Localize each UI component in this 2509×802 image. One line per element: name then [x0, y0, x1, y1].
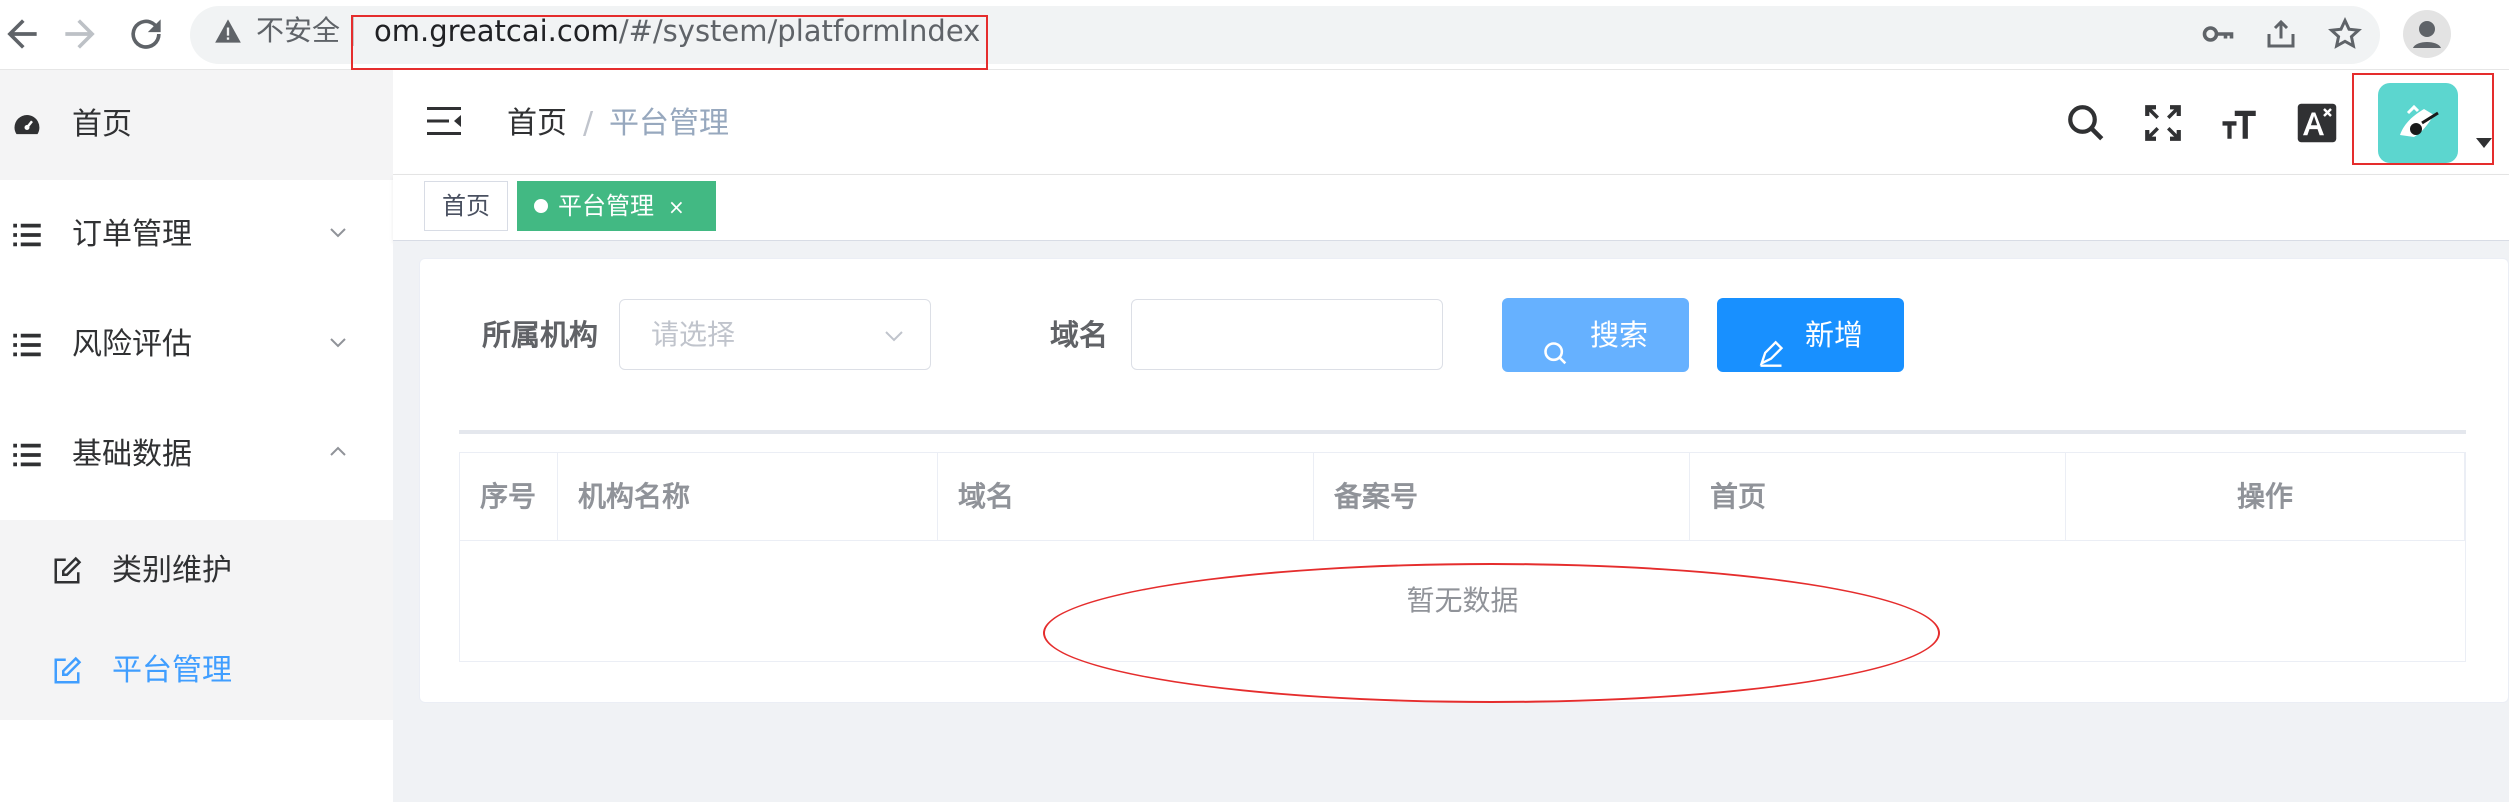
key-icon[interactable] — [2200, 16, 2236, 52]
translate-icon[interactable] — [2296, 102, 2338, 144]
active-dot-icon — [534, 199, 548, 213]
annotation-ellipse — [1043, 563, 1940, 703]
sidebar-item-label: 风险评估 — [72, 327, 192, 362]
edit-icon — [52, 556, 82, 586]
close-icon[interactable]: × — [668, 183, 685, 231]
add-button-label: 新增 — [1805, 318, 1864, 352]
sidebar-item-home[interactable]: 首页 — [0, 70, 393, 180]
forward-icon[interactable] — [58, 12, 102, 56]
warning-icon[interactable] — [214, 18, 242, 44]
sidebar-item-platform[interactable]: 平台管理 — [0, 630, 393, 720]
edit-icon — [52, 656, 82, 686]
profile-avatar-icon[interactable] — [2403, 10, 2451, 58]
annotation-avatar-box — [2352, 73, 2494, 165]
chevron-down-icon — [328, 332, 348, 352]
org-select[interactable]: 请选择 — [619, 299, 931, 370]
list-icon — [12, 220, 42, 250]
chevron-down-icon — [882, 324, 906, 348]
column-header-index: 序号 — [460, 453, 558, 541]
insecure-label[interactable]: 不安全 — [256, 14, 340, 48]
tags-view: 首页 平台管理 × — [393, 175, 2509, 241]
sidebar-item-category[interactable]: 类别维护 — [0, 530, 393, 620]
domain-label: 域名 — [1050, 318, 1109, 352]
back-icon[interactable] — [0, 12, 44, 56]
sidebar-item-label: 类别维护 — [112, 553, 232, 588]
tag-home[interactable]: 首页 — [424, 181, 508, 231]
org-select-placeholder: 请选择 — [651, 318, 736, 351]
sidebar-item-orders[interactable]: 订单管理 — [0, 180, 393, 290]
caret-down-icon[interactable] — [2476, 138, 2492, 148]
add-button[interactable]: 新增 — [1717, 298, 1904, 372]
search-button-label: 搜索 — [1590, 318, 1649, 352]
navbar: 首页 / 平台管理 — [393, 70, 2509, 175]
hamburger-icon[interactable] — [427, 106, 463, 136]
list-icon — [12, 330, 42, 360]
list-icon — [12, 440, 42, 470]
breadcrumb-current: 平台管理 — [609, 106, 729, 141]
sidebar-item-label: 首页 — [72, 107, 132, 142]
chevron-down-icon — [328, 222, 348, 242]
sidebar-item-label: 平台管理 — [112, 653, 232, 688]
org-label: 所属机构 — [482, 318, 599, 352]
font-size-icon[interactable] — [2219, 102, 2261, 144]
breadcrumb-home[interactable]: 首页 — [507, 104, 567, 144]
sidebar-item-basic-data[interactable]: 基础数据 — [0, 400, 393, 510]
column-header-icp: 备案号 — [1314, 453, 1690, 541]
search-button[interactable]: 搜索 — [1502, 298, 1689, 372]
domain-input[interactable] — [1131, 299, 1443, 370]
search-icon[interactable] — [2065, 102, 2107, 144]
search-icon — [1542, 321, 1570, 365]
annotation-url-box — [351, 15, 988, 70]
sidebar-item-label: 订单管理 — [72, 217, 192, 252]
column-header-org-name: 机构名称 — [558, 453, 938, 541]
edit-pen-icon — [1757, 321, 1785, 367]
column-header-homepage: 首页 — [1690, 453, 2066, 541]
chevron-up-icon — [328, 442, 348, 462]
sidebar-item-risk[interactable]: 风险评估 — [0, 290, 393, 400]
reload-icon[interactable] — [124, 12, 168, 56]
breadcrumb-separator: / — [583, 106, 594, 141]
bookmark-star-icon[interactable] — [2327, 16, 2363, 52]
divider — [459, 430, 2466, 434]
column-header-domain: 域名 — [938, 453, 1314, 541]
tag-platform[interactable]: 平台管理 × — [517, 181, 716, 231]
share-icon[interactable] — [2263, 16, 2299, 52]
sidebar: 首页 订单管理 风险评估 基础数据 类别维护 平台管理 — [0, 70, 393, 802]
dashboard-icon — [12, 110, 42, 140]
sidebar-item-label: 基础数据 — [72, 437, 192, 472]
fullscreen-icon[interactable] — [2142, 102, 2184, 144]
browser-toolbar: 不安全 om.greatcai.com/#/system/platformInd… — [0, 0, 2509, 70]
column-header-actions: 操作 — [2066, 453, 2465, 541]
tag-label: 平台管理 — [558, 192, 654, 220]
